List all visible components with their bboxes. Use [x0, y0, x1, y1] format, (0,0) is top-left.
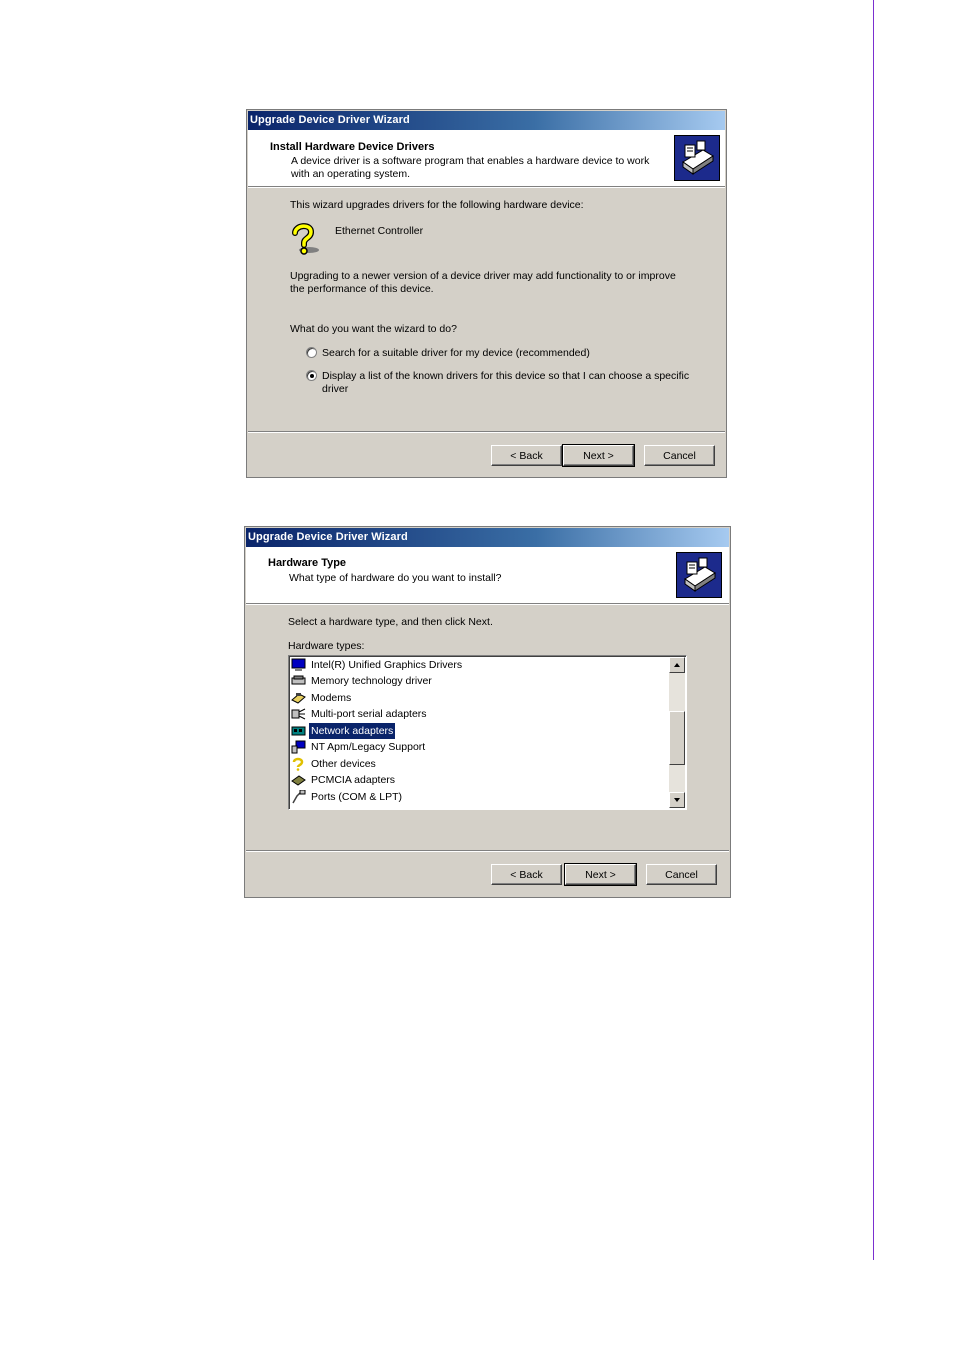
scroll-thumb[interactable] [669, 711, 685, 765]
back-button[interactable]: < Back [491, 445, 562, 466]
header-title: Install Hardware Device Drivers [270, 141, 435, 153]
vertical-scrollbar[interactable] [669, 657, 685, 808]
wizard-header: Install Hardware Device Drivers A device… [248, 130, 725, 188]
scroll-down-button[interactable] [669, 792, 685, 808]
monitor-icon [291, 658, 306, 672]
network-adapter-icon [291, 724, 306, 738]
hardware-wizard-icon [676, 552, 722, 598]
wizard-header: Hardware Type What type of hardware do y… [246, 547, 729, 605]
header-title: Hardware Type [268, 557, 347, 569]
instruction-text: Select a hardware type, and then click N… [288, 616, 493, 628]
title-bar[interactable]: Upgrade Device Driver Wizard [248, 111, 725, 130]
cancel-button[interactable]: Cancel [644, 445, 715, 466]
button-separator [248, 431, 725, 433]
button-separator [246, 850, 729, 852]
wizard-dialog-hardware-type: Upgrade Device Driver Wizard Hardware Ty… [244, 526, 731, 898]
page-margin-rule [873, 0, 874, 1260]
pcmcia-icon [291, 773, 306, 787]
option-display-label[interactable]: Display a list of the known drivers for … [322, 370, 692, 396]
next-button[interactable]: Next > [564, 863, 637, 886]
list-label: Hardware types: [288, 640, 365, 652]
header-subtitle: What type of hardware do you want to ins… [289, 572, 502, 584]
intro-text: This wizard upgrades drivers for the fol… [290, 199, 584, 211]
wizard-dialog-install-drivers: Upgrade Device Driver Wizard Install Har… [246, 109, 727, 478]
title-bar[interactable]: Upgrade Device Driver Wizard [246, 528, 729, 547]
cancel-button[interactable]: Cancel [646, 864, 717, 885]
upgrade-note: Upgrading to a newer version of a device… [290, 270, 676, 295]
serial-adapter-icon [291, 707, 306, 721]
modem-icon [291, 691, 306, 705]
memory-icon [291, 674, 306, 688]
radio-display-list[interactable] [306, 370, 317, 381]
scroll-up-button[interactable] [669, 657, 685, 673]
option-search-label[interactable]: Search for a suitable driver for my devi… [322, 347, 590, 360]
question-mark-icon [291, 757, 306, 771]
question-text: What do you want the wizard to do? [290, 323, 457, 335]
port-icon [291, 789, 306, 804]
question-mark-icon [289, 222, 323, 256]
device-name: Ethernet Controller [335, 225, 424, 237]
hardware-types-list[interactable]: Intel(R) Unified Graphics Drivers Memory… [288, 655, 687, 810]
hardware-wizard-icon [674, 135, 720, 181]
computer-icon [291, 740, 306, 754]
back-button[interactable]: < Back [491, 864, 562, 885]
header-subtitle: A device driver is a software program th… [291, 155, 650, 180]
next-button[interactable]: Next > [562, 444, 635, 467]
radio-search-driver[interactable] [306, 347, 317, 358]
